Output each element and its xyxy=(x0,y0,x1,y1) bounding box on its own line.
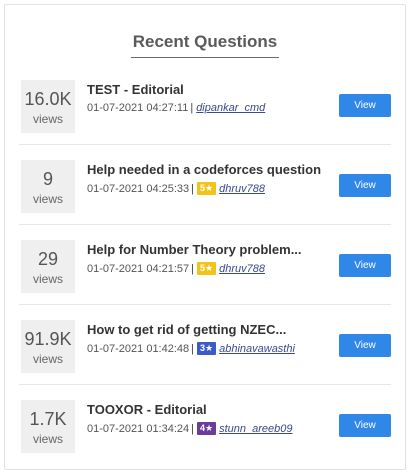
views-box: 16.0K views xyxy=(21,80,75,133)
views-label: views xyxy=(32,432,63,446)
question-timestamp: 01-07-2021 04:21:57 xyxy=(87,262,190,275)
meta-separator: | xyxy=(190,102,194,114)
panel-heading: Recent Questions xyxy=(130,32,280,58)
question-timestamp: 01-07-2021 04:27:11 xyxy=(87,102,189,114)
meta-separator: | xyxy=(191,342,195,355)
question-row: 1.7K views TOOXOR - Editorial 01-07-2021… xyxy=(19,385,391,465)
views-label: views xyxy=(32,352,63,366)
meta-separator: | xyxy=(191,262,195,275)
star-rating-badge: 3★ xyxy=(197,342,217,355)
views-label: views xyxy=(32,192,63,206)
views-count: 29 xyxy=(37,249,59,269)
views-count: 9 xyxy=(42,169,53,189)
question-row: 91.9K views How to get rid of getting NZ… xyxy=(19,305,391,385)
question-title-link[interactable]: Help for Number Theory problem... xyxy=(87,242,302,257)
star-rating-badge: 5★ xyxy=(197,182,217,195)
questions-list: 16.0K views TEST - Editorial 01-07-2021 … xyxy=(19,65,391,465)
views-count: 1.7K xyxy=(29,409,67,429)
views-label: views xyxy=(32,272,63,286)
views-count: 16.0K xyxy=(24,89,72,109)
question-row: 9 views Help needed in a codeforces ques… xyxy=(19,145,391,225)
author-link[interactable]: abhinavawasthi xyxy=(219,343,295,355)
views-box: 9 views xyxy=(21,160,75,213)
author-link[interactable]: dhruv788 xyxy=(219,263,265,275)
question-title-link[interactable]: How to get rid of getting NZEC... xyxy=(87,322,286,337)
question-title-link[interactable]: Help needed in a codeforces question xyxy=(87,162,321,177)
author-link[interactable]: stunn_areeb09 xyxy=(219,423,292,435)
view-button[interactable]: View xyxy=(339,174,391,197)
question-title-link[interactable]: TEST - Editorial xyxy=(87,82,184,97)
view-button[interactable]: View xyxy=(339,94,391,117)
meta-separator: | xyxy=(191,422,195,435)
author-link[interactable]: dhruv788 xyxy=(219,183,265,195)
views-box: 91.9K views xyxy=(21,320,75,373)
author-link[interactable]: dipankar_cmd xyxy=(196,102,265,114)
question-meta: 01-07-2021 04:25:33 | 5★ dhruv788 xyxy=(87,182,265,195)
question-title-link[interactable]: TOOXOR - Editorial xyxy=(87,402,207,417)
views-box: 1.7K views xyxy=(21,400,75,453)
recent-questions-panel: Recent Questions 16.0K views TEST - Edit… xyxy=(4,4,406,470)
views-count: 91.9K xyxy=(24,329,72,349)
star-rating-badge: 5★ xyxy=(197,262,217,275)
view-button[interactable]: View xyxy=(339,414,391,437)
views-box: 29 views xyxy=(21,240,75,293)
question-meta: 01-07-2021 01:34:24 | 4★ stunn_areeb09 xyxy=(87,422,293,435)
question-meta: 01-07-2021 04:21:57 | 5★ dhruv788 xyxy=(87,262,265,275)
meta-separator: | xyxy=(191,182,195,195)
view-button[interactable]: View xyxy=(339,334,391,357)
question-row: 16.0K views TEST - Editorial 01-07-2021 … xyxy=(19,65,391,145)
question-meta: 01-07-2021 01:42:48 | 3★ abhinavawasthi xyxy=(87,342,295,355)
question-meta: 01-07-2021 04:27:11 | dipankar_cmd xyxy=(87,102,265,114)
question-row: 29 views Help for Number Theory problem.… xyxy=(19,225,391,305)
question-timestamp: 01-07-2021 04:25:33 xyxy=(87,182,190,195)
question-timestamp: 01-07-2021 01:34:24 xyxy=(87,422,190,435)
question-timestamp: 01-07-2021 01:42:48 xyxy=(87,342,190,355)
views-label: views xyxy=(32,112,63,126)
star-rating-badge: 4★ xyxy=(197,422,217,435)
view-button[interactable]: View xyxy=(339,254,391,277)
